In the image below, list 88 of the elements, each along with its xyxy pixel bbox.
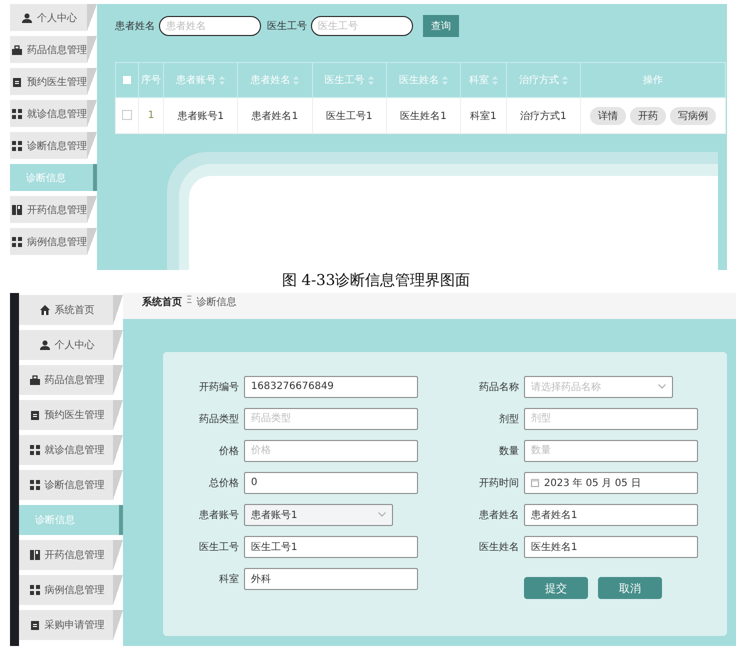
sort-icon: [368, 76, 374, 85]
field-label: 医生工号: [198, 540, 240, 554]
menu-item[interactable]: 个人中心: [10, 4, 97, 31]
search-field[interactable]: 医生工号: [311, 16, 413, 36]
briefcase-icon: [12, 44, 22, 54]
menu-item[interactable]: 诊断信息管理: [19, 470, 123, 500]
sort-icon: [442, 76, 448, 85]
breadcrumb-link[interactable]: 系统首页: [142, 295, 182, 309]
field-label: 药品类型: [198, 412, 240, 426]
input-field[interactable]: 医生姓名1: [524, 536, 698, 558]
grid-icon: [30, 480, 40, 490]
figure-caption: 图 4-33诊断信息管理界图面: [280, 270, 472, 290]
field-label: 开药编号: [198, 380, 240, 394]
sort-icon: [562, 76, 568, 85]
submit-button[interactable]: 提交: [524, 577, 588, 599]
field-label: 患者账号: [198, 508, 240, 522]
grid-icon: [12, 108, 22, 118]
grid-icon: [30, 585, 40, 595]
search-field[interactable]: 患者姓名: [159, 16, 261, 36]
input-field[interactable]: 数量: [524, 440, 698, 462]
table-cell: 患者账号1: [164, 98, 238, 134]
sort-icon: [293, 76, 300, 85]
menu-item[interactable]: 开药信息管理: [19, 540, 123, 570]
clipboard-icon: [30, 620, 40, 630]
field-label: 患者姓名: [115, 20, 155, 33]
row-checkbox[interactable]: [122, 110, 132, 120]
field-label: 药品名称: [478, 380, 520, 394]
person-icon: [22, 12, 32, 22]
field-label: 科室: [218, 572, 240, 586]
clipboard-icon: [12, 76, 22, 86]
menu-item[interactable]: 病例信息管理: [19, 575, 123, 605]
breadcrumb-separator: Ξ: [186, 295, 192, 306]
menu-item[interactable]: 开药信息管理: [10, 196, 97, 223]
input-field[interactable]: 药品类型: [244, 408, 418, 430]
home-icon: [40, 305, 50, 315]
calendar-icon: [531, 478, 539, 486]
field-label: 患者姓名: [478, 508, 520, 522]
input-field[interactable]: 1683276676849: [244, 376, 418, 398]
menu-item[interactable]: 药品信息管理: [10, 36, 97, 63]
table-cell: 患者姓名1: [238, 98, 312, 134]
grid-icon: [12, 236, 22, 246]
input-field[interactable]: 医生工号1: [244, 536, 418, 558]
clipboard-icon: [30, 410, 40, 420]
input-field[interactable]: 价格: [244, 440, 418, 462]
table-cell: 医生姓名1: [386, 98, 460, 134]
table-cell: 科室1: [460, 98, 506, 134]
search-button[interactable]: 查询: [423, 15, 459, 37]
sort-icon: [492, 76, 498, 85]
action-button[interactable]: 开药: [630, 106, 666, 124]
menu-item[interactable]: 个人中心: [19, 330, 123, 360]
field-label: 医生姓名: [478, 540, 520, 554]
menu-item[interactable]: 就诊信息管理: [19, 435, 123, 465]
cancel-button[interactable]: 取消: [598, 577, 662, 599]
menu-item[interactable]: 预约医生管理: [19, 400, 123, 430]
grid-icon: [30, 445, 40, 455]
sort-icon: [219, 76, 226, 85]
menu-item[interactable]: 病例信息管理: [10, 228, 97, 255]
field-label: 剂型: [498, 412, 520, 426]
menu-item[interactable]: 药品信息管理: [19, 365, 123, 395]
input-field[interactable]: 患者姓名1: [524, 504, 698, 526]
action-button[interactable]: 写病例: [670, 106, 716, 124]
chevron-down-icon: [658, 384, 666, 389]
select-all-checkbox[interactable]: [123, 76, 131, 84]
menu-item[interactable]: 诊断信息管理: [10, 132, 97, 159]
menu-item[interactable]: 采购申请管理: [19, 610, 123, 640]
breadcrumb-link[interactable]: 诊断信息: [196, 295, 236, 309]
field-label: 数量: [498, 444, 520, 458]
grid-icon: [12, 140, 22, 150]
book-icon: [12, 204, 22, 214]
chevron-down-icon: [378, 512, 386, 517]
table-cell: 医生工号1: [312, 98, 386, 134]
input-field[interactable]: 剂型: [524, 408, 698, 430]
input-field[interactable]: 外科: [244, 568, 418, 590]
menu-item[interactable]: 就诊信息管理: [10, 100, 97, 127]
input-field[interactable]: 0: [244, 472, 418, 494]
person-icon: [40, 340, 50, 350]
action-button[interactable]: 详情: [590, 106, 626, 124]
menu-item[interactable]: 系统首页: [19, 295, 123, 325]
table-cell: 治疗方式1: [506, 98, 580, 134]
book-icon: [30, 550, 40, 560]
field-label: 开药时间: [478, 476, 520, 490]
menu-item[interactable]: 预约医生管理: [10, 68, 97, 95]
date-field[interactable]: 2023 年 05 月 05 日: [524, 472, 698, 494]
field-label: 总价格: [208, 476, 240, 490]
field-label: 价格: [218, 444, 240, 458]
briefcase-icon: [30, 375, 40, 385]
field-label: 医生工号: [267, 20, 307, 33]
table-cell: 1: [138, 98, 164, 134]
